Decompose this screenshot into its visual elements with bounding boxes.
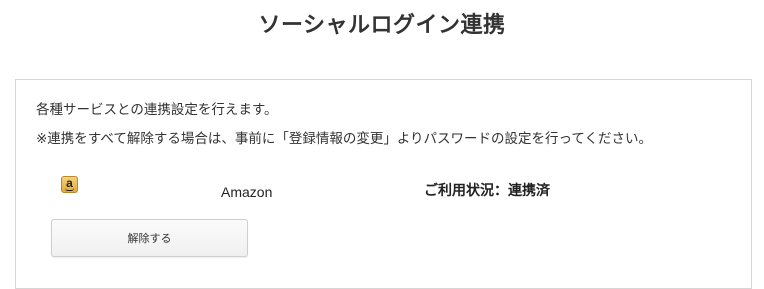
service-name: Amazon: [221, 184, 273, 200]
social-login-panel: 各種サービスとの連携設定を行えます。 ※連携をすべて解除する場合は、事前に「登録…: [15, 79, 752, 289]
page-title: ソーシャルログイン連携: [258, 13, 506, 38]
amazon-icon-smile: [65, 188, 74, 191]
password-notice-text: ※連携をすべて解除する場合は、事前に「登録情報の変更」よりパスワードの設定を行っ…: [36, 131, 652, 147]
unlink-button[interactable]: 解除する: [51, 219, 248, 257]
amazon-icon: a: [61, 176, 78, 193]
link-status: ご利用状況：連携済: [424, 183, 550, 199]
description-text: 各種サービスとの連携設定を行えます。: [36, 102, 278, 118]
service-row-amazon: a Amazon ご利用状況：連携済: [16, 175, 753, 205]
